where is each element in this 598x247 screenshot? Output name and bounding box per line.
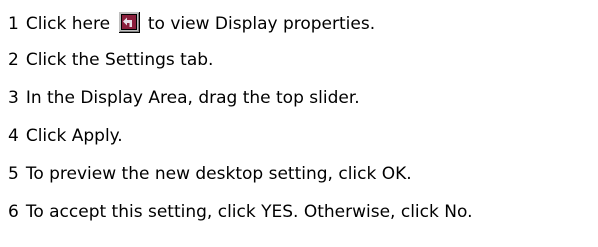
step-number: 5 [8,164,19,184]
step-4: 4 Click Apply. [8,125,598,163]
step-text-before-link: Click here [25,14,111,34]
step-5: 5 To preview the new desktop setting, cli… [8,163,598,201]
step-number: 1 [8,14,19,34]
step-1: 1 Click here to view Display properties. [8,11,598,49]
instruction-steps: 1 Click here to view Display properties. … [8,11,598,239]
step-text: Click the Settings tab. [25,50,214,70]
step-text: In the Display Area, drag the top slider… [25,88,360,108]
shortcut-arrow-icon[interactable] [118,11,141,33]
step-text: To preview the new desktop setting, clic… [25,164,412,184]
step-3: 3 In the Display Area, drag the top slide… [8,87,598,125]
step-text-after-link: to view Display properties. [147,14,376,34]
step-text: Click Apply. [25,126,123,146]
step-number: 2 [8,50,19,70]
step-number: 4 [8,126,19,146]
step-6: 6 To accept this setting, click YES. Othe… [8,201,598,239]
step-number: 6 [8,202,19,222]
step-text: To accept this setting, click YES. Other… [25,202,473,222]
step-2: 2 Click the Settings tab. [8,49,598,87]
step-number: 3 [8,88,19,108]
